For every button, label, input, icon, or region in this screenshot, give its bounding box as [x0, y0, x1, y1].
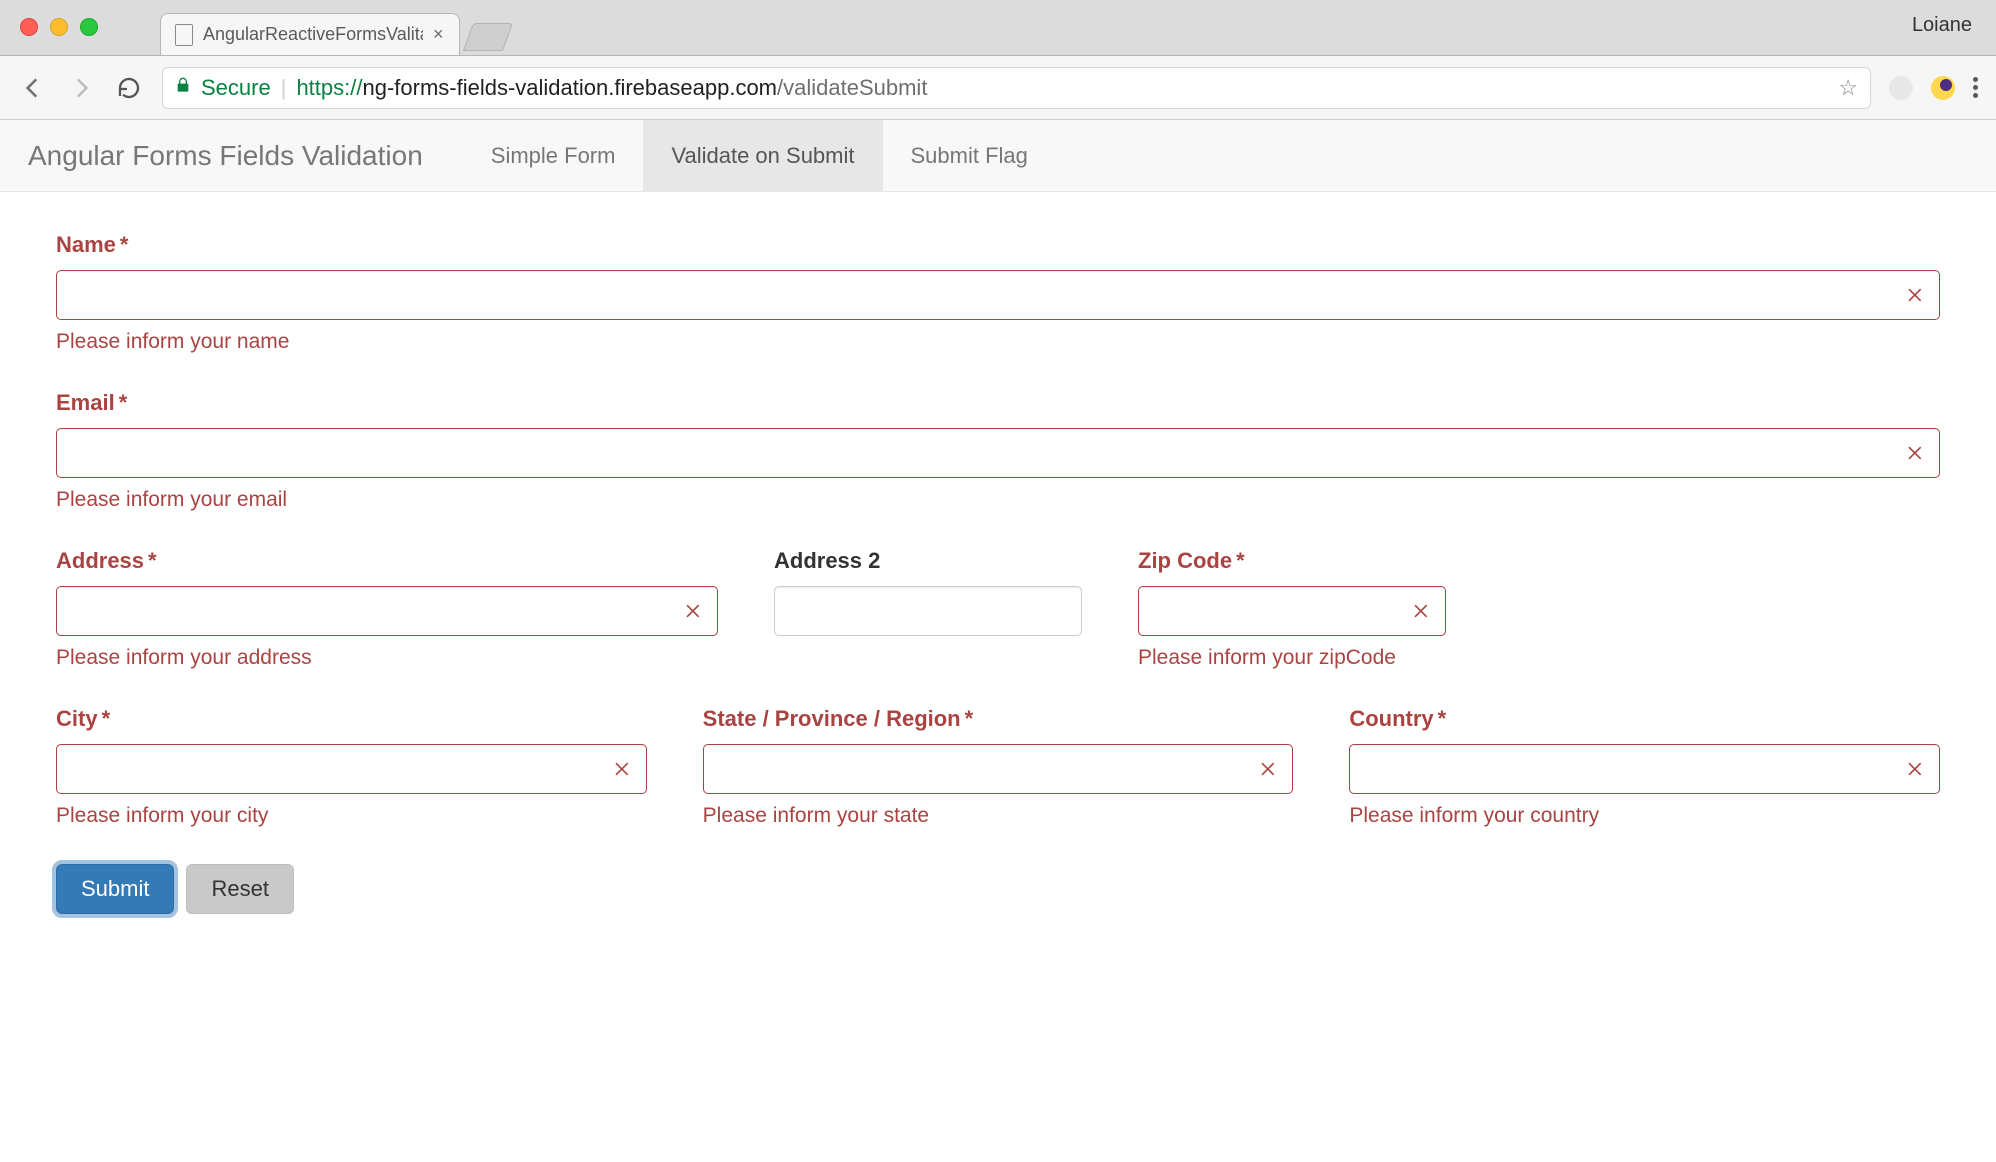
address-input[interactable]: [56, 586, 718, 636]
form-buttons: Submit Reset: [56, 864, 1940, 914]
country-input[interactable]: [1349, 744, 1940, 794]
back-button[interactable]: [18, 75, 48, 101]
error-icon: [1906, 759, 1926, 779]
menu-icon[interactable]: [1973, 77, 1978, 98]
nav-item-validate-on-submit[interactable]: Validate on Submit: [643, 120, 882, 191]
name-input[interactable]: [56, 270, 1940, 320]
error-icon: [1412, 601, 1432, 621]
bookmark-star-icon[interactable]: ☆: [1838, 75, 1858, 101]
error-icon: [1906, 443, 1926, 463]
city-error-text: Please inform your city: [56, 804, 647, 828]
error-icon: [1906, 285, 1926, 305]
email-error-text: Please inform your email: [56, 488, 1940, 512]
browser-tab-title: AngularReactiveFormsValitate: [203, 24, 423, 45]
zip-label: Zip Code*: [1138, 548, 1446, 574]
navbar-brand[interactable]: Angular Forms Fields Validation: [28, 140, 423, 172]
form-group-address: Address* Please inform your address: [56, 548, 718, 670]
browser-profile-label[interactable]: Loiane: [1912, 14, 1972, 37]
new-tab-button[interactable]: [463, 23, 513, 51]
email-input[interactable]: [56, 428, 1940, 478]
form-group-address2: Address 2: [774, 548, 1082, 670]
window-controls: [20, 18, 98, 36]
email-label: Email*: [56, 390, 1940, 416]
nav-item-submit-flag[interactable]: Submit Flag: [883, 120, 1056, 191]
lock-icon: [175, 76, 191, 99]
navbar-items: Simple Form Validate on Submit Submit Fl…: [463, 120, 1056, 191]
country-label: Country*: [1349, 706, 1940, 732]
state-error-text: Please inform your state: [703, 804, 1294, 828]
window-close-icon[interactable]: [20, 18, 38, 36]
window-maximize-icon[interactable]: [80, 18, 98, 36]
extension-icon[interactable]: [1931, 76, 1955, 100]
browser-tab[interactable]: AngularReactiveFormsValitate ×: [160, 13, 460, 55]
window-minimize-icon[interactable]: [50, 18, 68, 36]
error-icon: [684, 601, 704, 621]
extension-icon[interactable]: [1889, 76, 1913, 100]
form-group-zip: Zip Code* Please inform your zipCode: [1138, 548, 1446, 670]
address-label: Address*: [56, 548, 718, 574]
country-error-text: Please inform your country: [1349, 804, 1940, 828]
zip-input[interactable]: [1138, 586, 1446, 636]
form-group-name: Name* Please inform your name: [56, 232, 1940, 354]
nav-item-simple-form[interactable]: Simple Form: [463, 120, 644, 191]
city-label: City*: [56, 706, 647, 732]
form-group-city: City* Please inform your city: [56, 706, 647, 828]
error-icon: [1259, 759, 1279, 779]
form-container: Name* Please inform your name Email*: [0, 192, 1996, 954]
browser-titlebar: AngularReactiveFormsValitate × Loiane: [0, 0, 1996, 56]
form-group-email: Email* Please inform your email: [56, 390, 1940, 512]
name-label: Name*: [56, 232, 1940, 258]
name-error-text: Please inform your name: [56, 330, 1940, 354]
submit-button[interactable]: Submit: [56, 864, 174, 914]
secure-label: Secure: [201, 75, 271, 101]
tab-close-icon[interactable]: ×: [433, 24, 444, 45]
page-icon: [175, 24, 193, 46]
state-label: State / Province / Region*: [703, 706, 1294, 732]
address-error-text: Please inform your address: [56, 646, 718, 670]
address-bar[interactable]: Secure | https://ng-forms-fields-validat…: [162, 67, 1871, 109]
forward-button[interactable]: [66, 75, 96, 101]
form-group-country: Country* Please inform your country: [1349, 706, 1940, 828]
app-navbar: Angular Forms Fields Validation Simple F…: [0, 120, 1996, 192]
state-input[interactable]: [703, 744, 1294, 794]
form-group-state: State / Province / Region* Please inform…: [703, 706, 1294, 828]
url-text: https://ng-forms-fields-validation.fireb…: [296, 75, 927, 101]
error-icon: [613, 759, 633, 779]
zip-error-text: Please inform your zipCode: [1138, 646, 1446, 670]
browser-toolbar: Secure | https://ng-forms-fields-validat…: [0, 56, 1996, 120]
extension-icons: [1889, 76, 1978, 100]
reload-button[interactable]: [114, 76, 144, 100]
city-input[interactable]: [56, 744, 647, 794]
reset-button[interactable]: Reset: [186, 864, 293, 914]
address2-label: Address 2: [774, 548, 1082, 574]
browser-tab-strip: AngularReactiveFormsValitate ×: [160, 0, 508, 55]
address2-input[interactable]: [774, 586, 1082, 636]
